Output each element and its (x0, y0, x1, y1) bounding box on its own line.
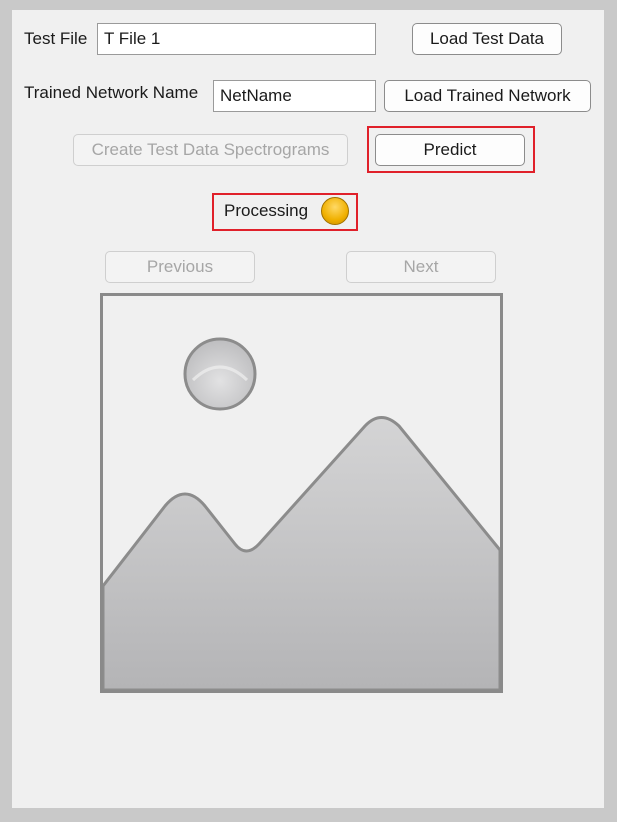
image-placeholder-icon (103, 337, 500, 690)
predict-button[interactable]: Predict (375, 134, 525, 166)
image-display (100, 293, 503, 693)
test-file-label: Test File (24, 29, 88, 48)
next-button[interactable]: Next (346, 251, 496, 283)
test-file-input[interactable] (97, 23, 376, 55)
processing-lamp-icon (321, 197, 349, 225)
processing-label: Processing (224, 201, 309, 220)
trained-network-name-label: Trained Network Name (24, 83, 199, 102)
create-test-data-spectrograms-button[interactable]: Create Test Data Spectrograms (73, 134, 348, 166)
previous-button[interactable]: Previous (105, 251, 255, 283)
window-frame-right (604, 10, 617, 808)
load-trained-network-button[interactable]: Load Trained Network (384, 80, 591, 112)
trained-network-name-input[interactable] (213, 80, 376, 112)
load-test-data-button[interactable]: Load Test Data (412, 23, 562, 55)
